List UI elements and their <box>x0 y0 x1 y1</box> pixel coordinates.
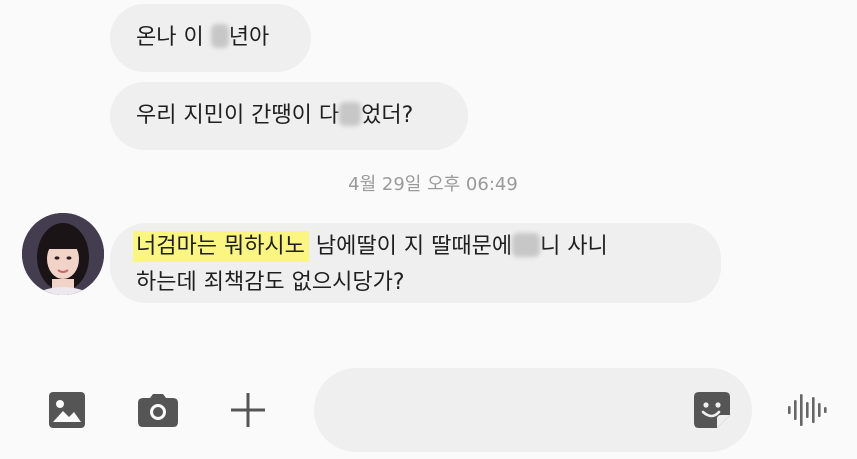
chat-screen: 온나 이 년아 우리 지민이 간땡이 다 었더? 4월 29일 오후 06:49 … <box>0 0 857 459</box>
message-text: 우리 지민이 간땡이 다 <box>136 103 340 128</box>
message-text: 었더? <box>361 103 414 128</box>
blurred-text <box>512 233 541 257</box>
message-text: 년아 <box>228 25 270 50</box>
message-bubble[interactable]: 온나 이 년아 <box>110 4 311 72</box>
avatar-image <box>22 213 104 295</box>
blurred-text <box>339 102 362 126</box>
gallery-icon[interactable] <box>47 390 87 430</box>
message-bubble[interactable]: 너검마는 뭐하시노 남에딸이 지 딸때문에 니 사니 하는데 죄책감도 없으시당가… <box>110 223 721 303</box>
plus-icon[interactable] <box>228 390 268 430</box>
message-timestamp: 4월 29일 오후 06:49 <box>348 174 518 195</box>
highlighted-text: 너검마는 뭐하시노 <box>133 231 309 262</box>
message-line-1: 너검마는 뭐하시노 남에딸이 지 딸때문에 니 사니 <box>133 231 721 263</box>
blurred-text <box>210 24 229 48</box>
message-text: 니 사니 <box>540 234 608 259</box>
camera-icon[interactable] <box>137 391 179 429</box>
message-text: 남에딸이 지 딸때문에 <box>308 234 513 259</box>
message-bubble[interactable]: 우리 지민이 간땡이 다 었더? <box>110 82 468 150</box>
avatar[interactable] <box>22 213 104 295</box>
sticker-icon[interactable] <box>692 390 732 430</box>
message-input[interactable] <box>314 368 752 452</box>
voice-icon[interactable] <box>786 390 828 430</box>
message-text: 온나 이 <box>136 25 211 50</box>
message-line-2: 하는데 죄책감도 없으시당가? <box>136 270 405 295</box>
